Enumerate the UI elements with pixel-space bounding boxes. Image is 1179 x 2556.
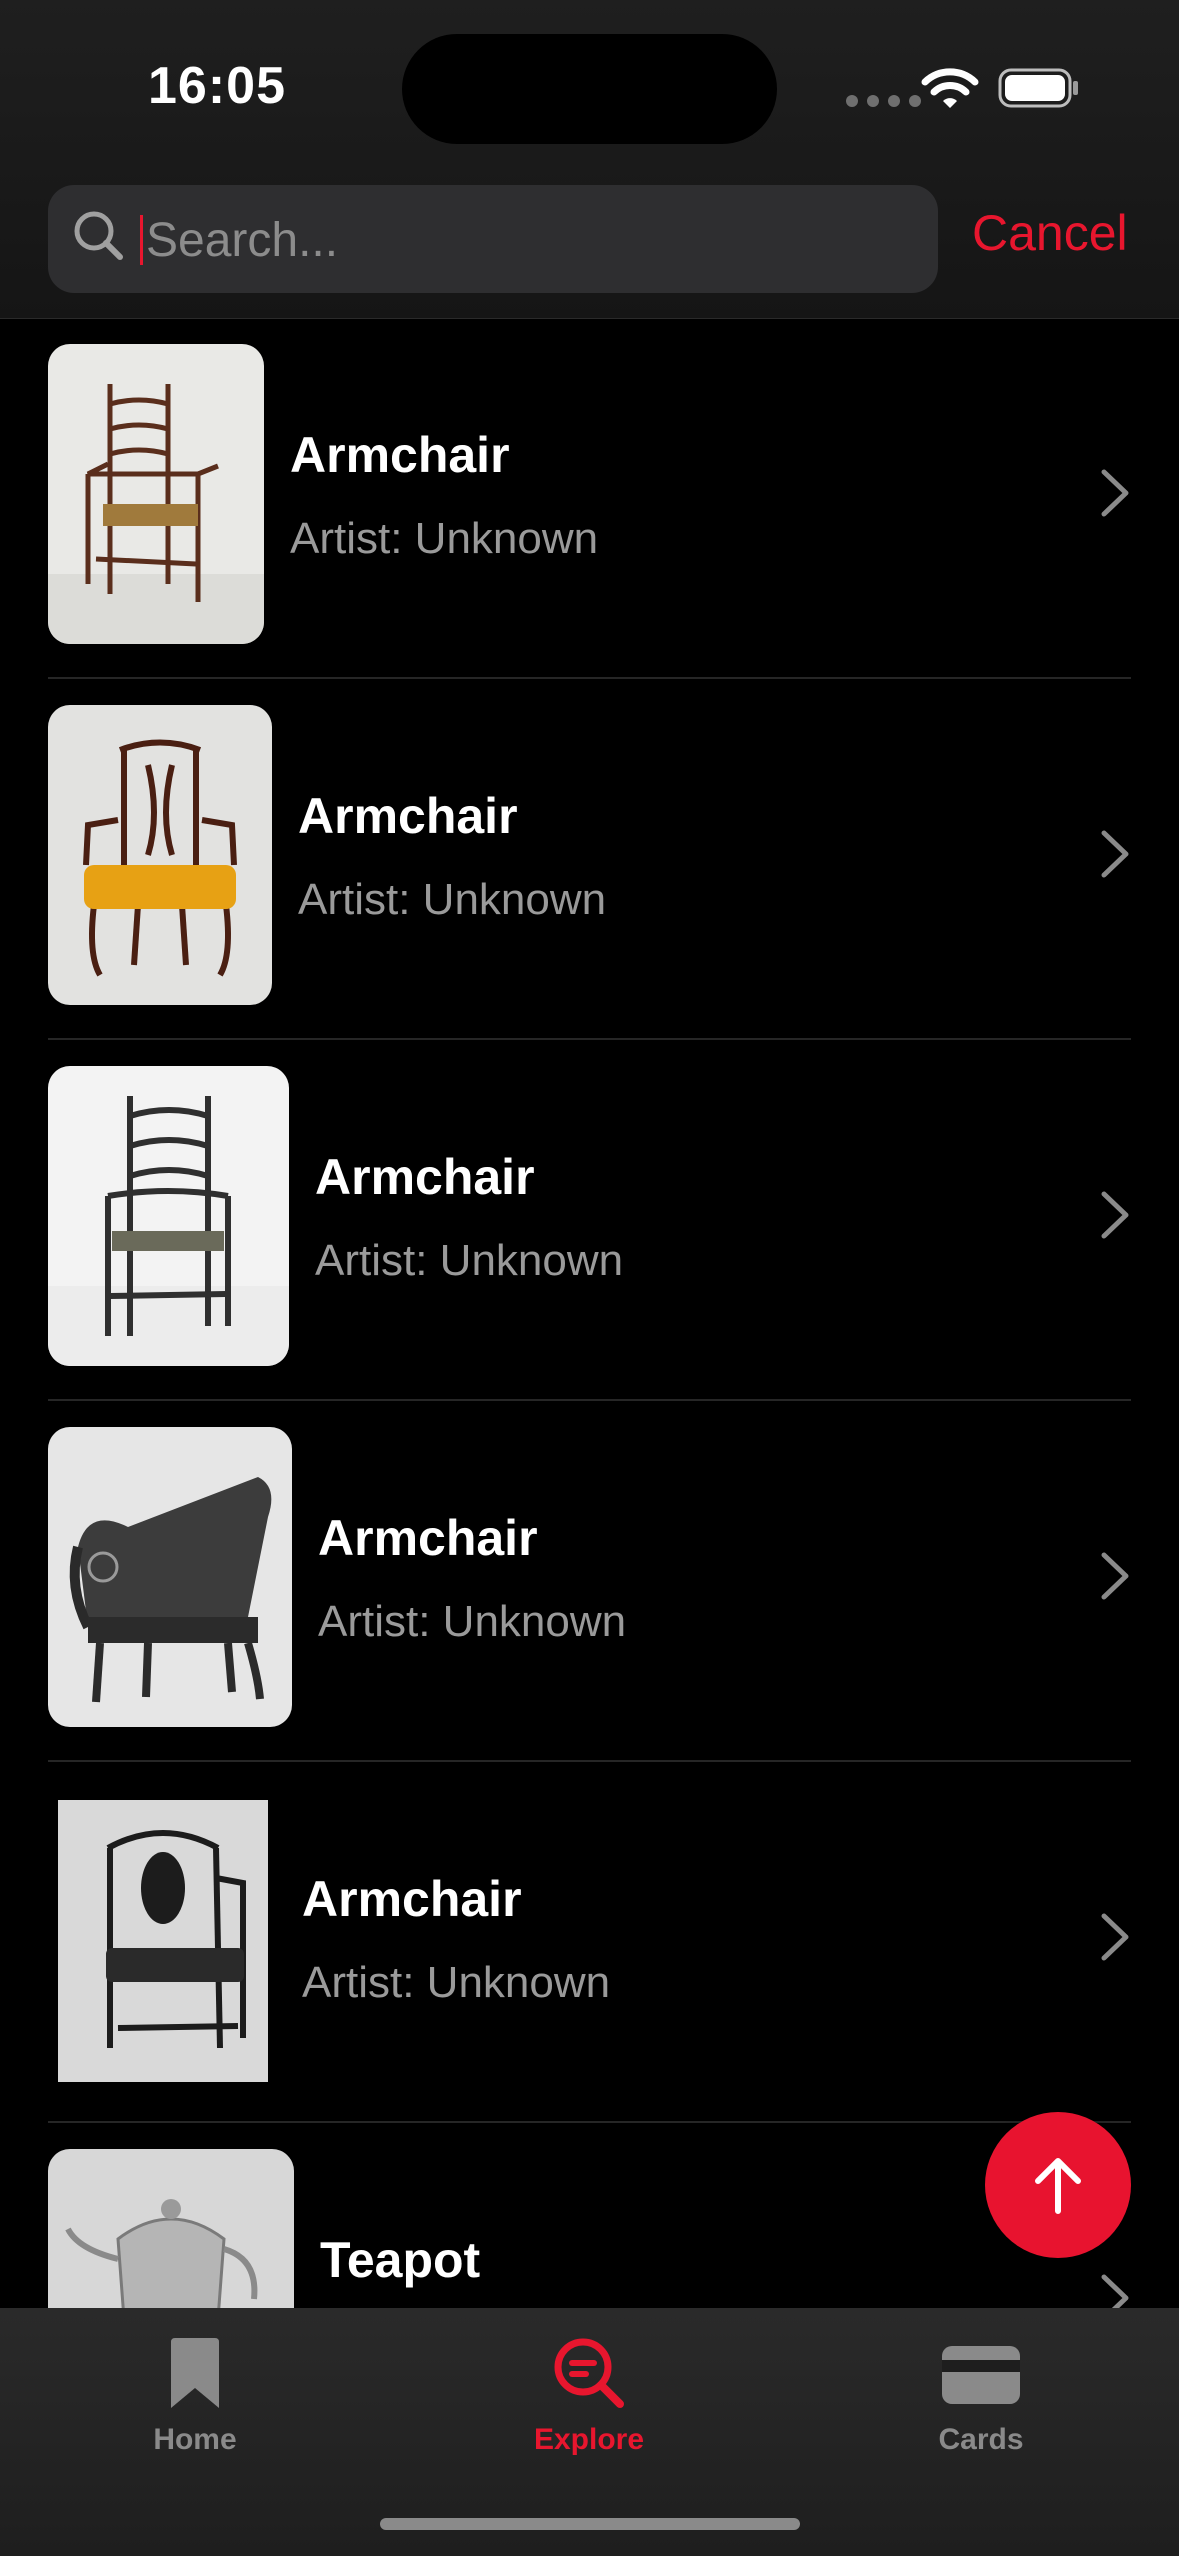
header: 16:05 Cancel [0,0,1179,319]
result-artist: Artist: Unknown [290,514,599,563]
tab-home[interactable]: Home [75,2336,315,2457]
card-icon [942,2346,1020,2404]
list-item[interactable]: Armchair Artist: Unknown [0,679,1179,1040]
tab-cards[interactable]: Cards [861,2336,1101,2457]
chevron-right-icon [1101,1552,1129,1600]
artwork-thumbnail [48,1427,292,1727]
text-cursor [140,215,143,265]
wifi-icon [921,68,979,108]
search-bar[interactable] [48,185,938,293]
list-item[interactable]: Armchair Artist: Unknown [0,1401,1179,1762]
artwork-thumbnail [48,2149,294,2308]
search-icon [74,211,123,260]
explore-search-icon [554,2338,624,2408]
chevron-right-icon [1101,469,1129,517]
tab-explore[interactable]: Explore [469,2336,709,2457]
cancel-button[interactable]: Cancel [972,204,1128,262]
cellular-signal-icon [846,95,921,107]
result-artist: Artist: Unknown [315,1236,624,1285]
search-input[interactable] [144,203,908,277]
artwork-thumbnail [48,1788,268,2088]
artwork-thumbnail [48,1066,289,1366]
tab-label: Home [153,2423,237,2456]
results-list[interactable]: Armchair Artist: Unknown Armchair Artist… [0,318,1179,2308]
scroll-to-top-button[interactable] [985,2112,1131,2258]
result-artist: Artist: Unknown [298,875,607,924]
status-time: 16:05 [148,57,286,115]
chevron-right-icon [1101,2274,1129,2308]
list-item[interactable]: Armchair Artist: Unknown [0,1040,1179,1401]
result-artist: Artist: Unknown [318,1597,627,1646]
home-indicator [380,2518,800,2530]
result-artist: Artist: Unknown [302,1958,611,2007]
chevron-right-icon [1101,1913,1129,1961]
result-title: Armchair [315,1149,535,1205]
result-title: Teapot [320,2232,481,2288]
tab-label: Explore [533,2423,645,2456]
result-title: Armchair [290,427,510,483]
chevron-right-icon [1101,830,1129,878]
artwork-thumbnail [48,705,272,1005]
tab-label: Cards [938,2423,1024,2456]
chevron-right-icon [1101,1191,1129,1239]
dynamic-island [402,34,777,144]
result-title: Armchair [302,1871,522,1927]
result-title: Armchair [298,788,518,844]
list-item[interactable]: Armchair Artist: Unknown [0,318,1179,679]
result-title: Armchair [318,1510,538,1566]
bookmark-icon [171,2338,219,2408]
arrow-up-icon [1035,2158,1081,2214]
list-item[interactable]: Armchair Artist: Unknown [0,1762,1179,2123]
artwork-thumbnail [48,344,264,644]
battery-icon [998,68,1078,108]
